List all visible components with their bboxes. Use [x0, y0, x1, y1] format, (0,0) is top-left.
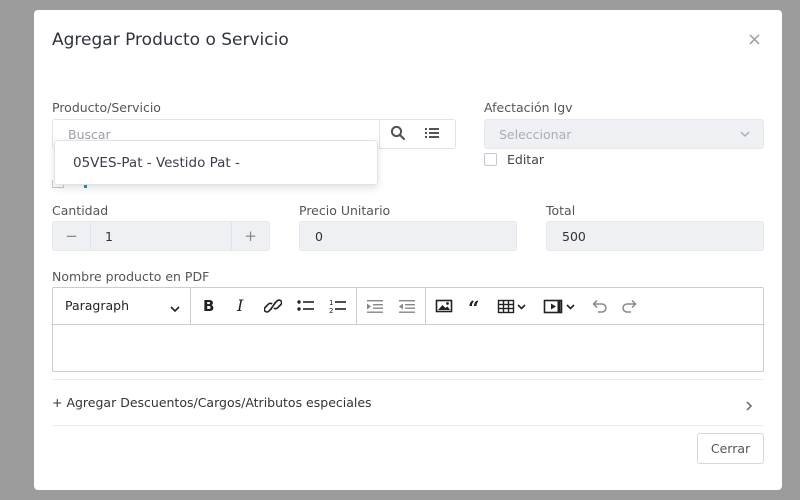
paragraph-select[interactable]: Paragraph [65, 298, 129, 313]
afectacion-placeholder: Seleccionar [499, 127, 572, 142]
link-icon[interactable] [263, 296, 283, 316]
quantity-input[interactable]: 1 [105, 229, 113, 244]
media-icon[interactable] [543, 296, 577, 316]
rich-text-editor: Paragraph B I 12 “ [52, 287, 764, 372]
search-results-dropdown: 05VES-Pat - Vestido Pat - [54, 140, 378, 185]
editar-checkbox[interactable] [484, 153, 497, 166]
chevron-right-icon [744, 397, 754, 416]
cantidad-label: Cantidad [52, 203, 109, 218]
search-icon[interactable] [390, 125, 410, 143]
precio-field[interactable]: 0 [299, 221, 517, 251]
increment-button[interactable]: + [231, 222, 269, 250]
quantity-stepper: − 1 + [52, 221, 270, 251]
bold-icon[interactable]: B [202, 296, 218, 316]
close-icon[interactable]: × [747, 29, 762, 50]
modal-title: Agregar Producto o Servicio [52, 30, 289, 50]
image-icon[interactable] [435, 296, 453, 316]
toolbar-divider [425, 288, 426, 325]
total-field[interactable]: 500 [546, 221, 764, 251]
cerrar-button[interactable]: Cerrar [697, 433, 764, 464]
editor-toolbar: Paragraph B I 12 “ [53, 288, 763, 325]
afectacion-label: Afectación Igv [484, 100, 573, 115]
producto-label: Producto/Servicio [52, 100, 161, 115]
list-icon[interactable] [424, 125, 444, 143]
decrement-button[interactable]: − [53, 222, 91, 250]
special-attributes-accordion[interactable]: + Agregar Descuentos/Cargos/Atributos es… [52, 379, 764, 426]
total-value: 500 [562, 229, 586, 244]
svg-text:1: 1 [329, 299, 333, 307]
redo-icon[interactable] [621, 296, 639, 316]
chevron-down-icon [739, 128, 751, 143]
numbered-list-icon[interactable]: 12 [328, 296, 348, 316]
bulleted-list-icon[interactable] [296, 296, 316, 316]
dropdown-item-product[interactable]: 05VES-Pat - Vestido Pat - [73, 155, 240, 171]
toolbar-divider [190, 288, 191, 325]
svg-text:I: I [236, 296, 244, 315]
divider [379, 120, 380, 148]
svg-text:“: “ [468, 296, 480, 316]
add-product-modal: Agregar Producto o Servicio × Producto/S… [34, 10, 782, 490]
total-label: Total [546, 203, 576, 218]
outdent-icon[interactable] [398, 296, 416, 316]
pdf-name-label: Nombre producto en PDF [52, 269, 210, 284]
svg-text:B: B [203, 297, 214, 315]
editar-label: Editar [507, 152, 545, 167]
table-icon[interactable] [497, 296, 527, 316]
italic-icon[interactable]: I [234, 296, 250, 316]
precio-value: 0 [315, 229, 323, 244]
toolbar-divider [356, 288, 357, 325]
indent-icon[interactable] [366, 296, 384, 316]
accordion-label: + Agregar Descuentos/Cargos/Atributos es… [52, 395, 372, 410]
svg-text:2: 2 [329, 307, 333, 315]
precio-label: Precio Unitario [299, 203, 391, 218]
editor-content-area[interactable] [53, 325, 763, 371]
afectacion-select[interactable]: Seleccionar [484, 119, 764, 149]
chevron-down-icon[interactable] [169, 300, 181, 319]
undo-icon[interactable] [590, 296, 608, 316]
quote-icon[interactable]: “ [467, 296, 485, 320]
